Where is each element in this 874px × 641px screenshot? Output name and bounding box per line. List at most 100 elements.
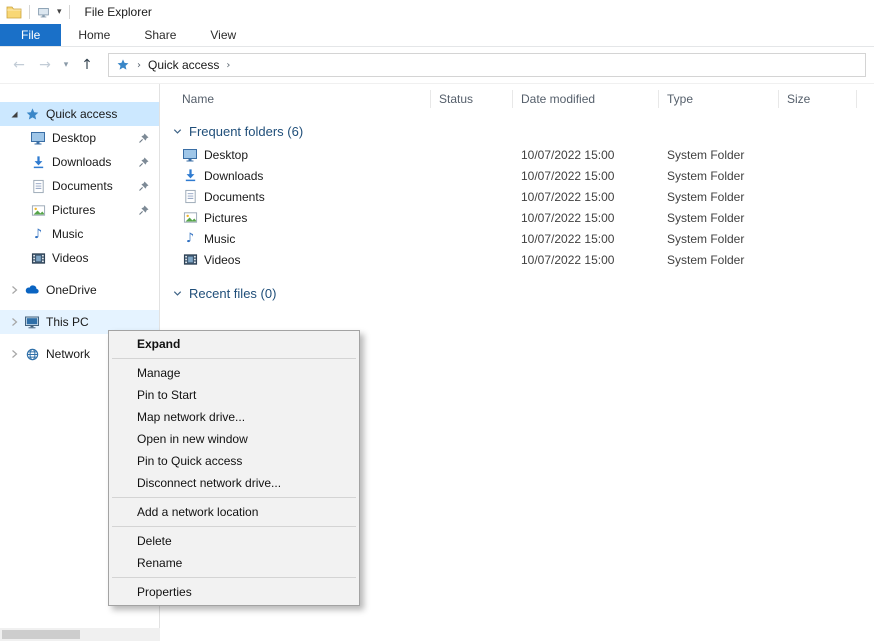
file-date-modified: 10/07/2022 15:00 [513, 190, 659, 204]
context-menu: Expand Manage Pin to Start Map network d… [108, 330, 360, 606]
tab-file[interactable]: File [0, 24, 61, 46]
downloads-icon [30, 154, 46, 170]
pin-icon [138, 132, 150, 144]
menu-item-rename[interactable]: Rename [111, 552, 357, 574]
qat-dropdown-icon[interactable]: ▾ [57, 7, 62, 17]
menu-item-delete[interactable]: Delete [111, 530, 357, 552]
sidebar-item-videos[interactable]: Videos [0, 246, 159, 270]
quick-access-star-icon [24, 106, 40, 122]
menu-item-expand[interactable]: Expand [111, 333, 357, 355]
file-row-documents[interactable]: Documents 10/07/2022 15:00 System Folder [160, 186, 874, 207]
file-date-modified: 10/07/2022 15:00 [513, 232, 659, 246]
file-type: System Folder [659, 211, 779, 225]
frequent-folders-rows: Desktop 10/07/2022 15:00 System Folder D… [160, 144, 874, 270]
file-name: Desktop [204, 148, 248, 162]
sidebar-item-pictures[interactable]: Pictures [0, 198, 159, 222]
sidebar-item-downloads[interactable]: Downloads [0, 150, 159, 174]
file-type: System Folder [659, 148, 779, 162]
documents-icon [30, 178, 46, 194]
pictures-icon [182, 210, 198, 226]
menu-item-disconnect-network-drive[interactable]: Disconnect network drive... [111, 472, 357, 494]
back-button[interactable]: ← [6, 53, 32, 77]
file-name: Pictures [204, 211, 247, 225]
menu-item-add-network-location[interactable]: Add a network location [111, 501, 357, 523]
file-row-music[interactable]: ♪ Music 10/07/2022 15:00 System Folder [160, 228, 874, 249]
menu-item-map-network-drive[interactable]: Map network drive... [111, 406, 357, 428]
menu-item-pin-to-quick-access[interactable]: Pin to Quick access [111, 450, 357, 472]
onedrive-cloud-icon [24, 282, 40, 298]
file-row-downloads[interactable]: Downloads 10/07/2022 15:00 System Folder [160, 165, 874, 186]
breadcrumb-chevron-icon-2[interactable]: › [226, 60, 230, 71]
sidebar-item-label: This PC [46, 315, 89, 329]
forward-button[interactable]: → [32, 53, 58, 77]
network-icon [24, 346, 40, 362]
column-header-row: Name Status Date modified Type Size [160, 86, 874, 112]
menu-separator [112, 526, 356, 527]
window-title: File Explorer [85, 5, 152, 19]
nav-pane-horizontal-scrollbar[interactable] [0, 628, 160, 641]
menu-separator [112, 358, 356, 359]
file-explorer-window: ▾ File Explorer File Home Share View ← →… [0, 0, 874, 641]
quick-access-toolbar-button[interactable] [37, 6, 50, 19]
menu-separator [112, 497, 356, 498]
sidebar-item-label: Downloads [52, 155, 111, 169]
desktop-icon [182, 147, 198, 163]
collapsed-chevron-icon[interactable] [8, 316, 24, 328]
file-row-videos[interactable]: Videos 10/07/2022 15:00 System Folder [160, 249, 874, 270]
sidebar-item-quick-access[interactable]: Quick access [0, 102, 159, 126]
file-name: Documents [204, 190, 265, 204]
navigation-bar: ← → ▾ ↑ › Quick access › [0, 47, 874, 84]
column-header-status[interactable]: Status [431, 90, 513, 108]
titlebar-separator-2 [69, 5, 70, 19]
column-header-type[interactable]: Type [659, 90, 779, 108]
menu-item-open-in-new-window[interactable]: Open in new window [111, 428, 357, 450]
videos-icon [30, 250, 46, 266]
tab-home[interactable]: Home [61, 24, 127, 46]
file-date-modified: 10/07/2022 15:00 [513, 169, 659, 183]
up-button[interactable]: ↑ [74, 53, 100, 77]
file-row-desktop[interactable]: Desktop 10/07/2022 15:00 System Folder [160, 144, 874, 165]
sidebar-item-label: Quick access [46, 107, 117, 121]
videos-icon [182, 252, 198, 268]
sidebar-item-onedrive[interactable]: OneDrive [0, 278, 159, 302]
column-header-size[interactable]: Size [779, 90, 857, 108]
group-header-recent-files[interactable]: Recent files (0) [160, 282, 874, 304]
menu-item-properties[interactable]: Properties [111, 581, 357, 603]
file-name: Videos [204, 253, 240, 267]
group-header-label: Recent files (0) [189, 286, 276, 301]
expanded-chevron-icon[interactable] [8, 108, 24, 120]
file-name: Downloads [204, 169, 263, 183]
menu-item-manage[interactable]: Manage [111, 362, 357, 384]
file-row-pictures[interactable]: Pictures 10/07/2022 15:00 System Folder [160, 207, 874, 228]
tab-view[interactable]: View [193, 24, 253, 46]
address-bar[interactable]: › Quick access › [108, 53, 866, 77]
scrollbar-thumb[interactable] [2, 630, 80, 639]
group-chevron-icon[interactable] [172, 126, 183, 137]
sidebar-item-documents[interactable]: Documents [0, 174, 159, 198]
collapsed-chevron-icon[interactable] [8, 348, 24, 360]
menu-item-pin-to-start[interactable]: Pin to Start [111, 384, 357, 406]
group-header-frequent-folders[interactable]: Frequent folders (6) [160, 120, 874, 142]
sidebar-section-gap [0, 302, 159, 310]
file-type: System Folder [659, 253, 779, 267]
sidebar-item-desktop[interactable]: Desktop [0, 126, 159, 150]
ribbon-tab-strip: File Home Share View [0, 24, 874, 47]
breadcrumb-location[interactable]: Quick access [148, 58, 219, 72]
column-header-date-modified[interactable]: Date modified [513, 90, 659, 108]
music-icon: ♪ [30, 226, 46, 242]
pin-icon [138, 156, 150, 168]
recent-locations-dropdown-icon[interactable]: ▾ [58, 53, 74, 77]
breadcrumb-chevron-icon[interactable]: › [137, 60, 141, 71]
column-header-name[interactable]: Name [160, 90, 431, 108]
sidebar-item-label: OneDrive [46, 283, 97, 297]
file-type: System Folder [659, 232, 779, 246]
sidebar-item-label: Music [52, 227, 83, 241]
sidebar-item-label: Videos [52, 251, 88, 265]
tab-share[interactable]: Share [127, 24, 193, 46]
sidebar-item-music[interactable]: ♪ Music [0, 222, 159, 246]
pin-icon [138, 180, 150, 192]
group-chevron-icon[interactable] [172, 288, 183, 299]
file-name: Music [204, 232, 235, 246]
collapsed-chevron-icon[interactable] [8, 284, 24, 296]
titlebar-separator [29, 5, 30, 19]
